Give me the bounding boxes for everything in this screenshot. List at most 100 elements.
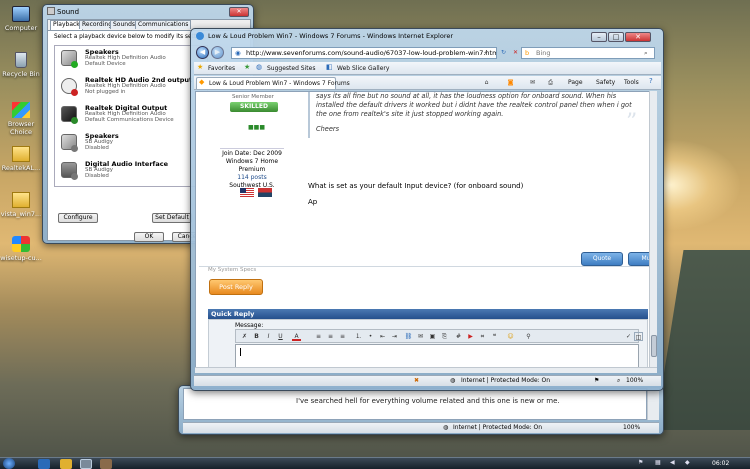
back-button[interactable]: ◀ <box>196 46 209 59</box>
attach-icon[interactable]: ⎘ <box>440 332 449 341</box>
page-menu[interactable]: Page <box>568 79 583 86</box>
suggested-sites-icon: ◍ <box>256 63 263 71</box>
forward-button[interactable]: ▶ <box>211 46 224 59</box>
ordered-list-icon[interactable]: ⒈ <box>354 332 363 341</box>
search-input[interactable]: b Bing ⌕ <box>521 47 655 59</box>
align-center-icon[interactable]: ≡ <box>326 332 335 341</box>
quick-reply-header: Quick Reply <box>208 309 648 319</box>
remove-format-icon[interactable]: ✗ <box>240 332 249 341</box>
youtube-icon[interactable]: ▶ <box>466 332 475 341</box>
mail-icon[interactable]: ✉ <box>528 78 537 87</box>
protected-mode-icon[interactable]: ⚑ <box>594 376 599 386</box>
close-button[interactable]: ✕ <box>625 32 651 42</box>
tray-network-icon[interactable]: ▦ <box>655 459 661 466</box>
spellcheck-icon[interactable]: ✓ <box>624 332 633 341</box>
desktop-icon-vista-win7[interactable]: vista_win7... <box>0 192 42 218</box>
device-item[interactable]: Speakers Realtek High Definition Audio D… <box>59 48 197 73</box>
search-icon[interactable]: ⌕ <box>644 48 648 58</box>
add-favorite-icon[interactable]: ★ <box>244 63 250 71</box>
tab-communications[interactable]: Communications <box>135 20 192 29</box>
device-item[interactable]: Realtek Digital Output Realtek High Defi… <box>59 104 197 129</box>
popup-blocker-icon[interactable]: ✖ <box>414 376 419 386</box>
ok-button[interactable]: OK <box>134 232 164 242</box>
favorites-button[interactable]: Favorites <box>208 65 235 72</box>
stop-icon[interactable]: ✕ <box>511 48 520 57</box>
smilies-icon[interactable]: ☺ <box>506 332 515 341</box>
print-icon[interactable]: ⎙ <box>546 78 555 87</box>
ie-back-scrollbar[interactable] <box>647 388 659 420</box>
set-default-button[interactable]: Set Default <box>152 213 192 223</box>
post-reply-button[interactable]: Post Reply <box>209 279 263 295</box>
minimize-button[interactable]: – <box>591 32 607 42</box>
taskbar-ie-active-icon[interactable] <box>80 459 92 469</box>
web-slice-gallery-link[interactable]: Web Slice Gallery <box>337 65 389 72</box>
page-scrollbar[interactable] <box>649 91 657 373</box>
tray-flag-icon[interactable]: ⚑ <box>638 459 643 466</box>
tab-playback[interactable]: Playback <box>50 20 83 30</box>
unordered-list-icon[interactable]: • <box>366 332 375 341</box>
configure-button[interactable]: Configure <box>58 213 98 223</box>
taskbar-explorer-icon[interactable] <box>60 459 72 469</box>
link-icon[interactable]: ⛓ <box>404 332 413 341</box>
quote-mark-icon: ” <box>626 110 638 135</box>
address-bar[interactable]: ◉ http://www.sevenforums.com/sound-audio… <box>231 47 497 59</box>
desktop-icon-computer[interactable]: Computer <box>0 6 42 32</box>
tab-sounds[interactable]: Sounds <box>110 20 139 29</box>
suggested-sites-link[interactable]: Suggested Sites <box>267 65 315 72</box>
desktop-icon-recycle-bin[interactable]: Recycle Bin <box>0 52 42 78</box>
quote-button[interactable]: Quote <box>581 252 623 266</box>
web-slice-icon: ◧ <box>326 63 333 71</box>
toggle-editor-icon[interactable]: ◫ <box>634 332 643 341</box>
quote-signoff: Cheers <box>316 125 340 133</box>
zoom-level[interactable]: 100% <box>626 376 643 386</box>
maximize-button[interactable]: □ <box>608 32 624 42</box>
indent-icon[interactable]: ⇥ <box>390 332 399 341</box>
compatibility-icon[interactable]: ⚡ <box>481 49 490 58</box>
quote-line: says its all fine but no sound at all, i… <box>316 92 617 100</box>
device-item[interactable]: Digital Audio Interface SB Audigy Disabl… <box>59 160 197 185</box>
tray-volume-icon[interactable]: ◀ <box>670 459 675 466</box>
desktop-icon-wisetup[interactable]: wisetup-cu... <box>0 236 42 262</box>
home-icon[interactable]: ⌂ <box>482 78 491 87</box>
globe-icon: ◍ <box>443 424 449 431</box>
start-button[interactable] <box>3 458 15 469</box>
join-date: Join Date: Dec 2009 <box>222 150 282 157</box>
close-button[interactable]: ✕ <box>229 7 249 17</box>
tools-menu[interactable]: Tools <box>624 79 639 86</box>
system-specs-link[interactable]: My System Specs <box>208 267 256 273</box>
outdent-icon[interactable]: ⇤ <box>378 332 387 341</box>
taskbar-media-icon[interactable] <box>100 459 112 469</box>
taskbar-ie-icon[interactable] <box>38 459 50 469</box>
text-color-icon[interactable]: A <box>292 332 301 341</box>
align-right-icon[interactable]: ≡ <box>338 332 347 341</box>
quick-reply-panel: Message: ✗ B I U A ≡ ≡ ≡ ⒈ • ⇤ ⇥ ⛓ ✉ ▣ ⎘… <box>208 319 648 372</box>
scrollbar-thumb[interactable] <box>651 335 657 357</box>
disabled-icon <box>71 173 78 180</box>
feeds-icon[interactable]: ◙ <box>506 78 515 87</box>
tray-other-icon[interactable]: ◆ <box>685 459 690 466</box>
device-item[interactable]: Speakers SB Audigy Disabled <box>59 132 197 157</box>
folder-icon <box>12 146 30 162</box>
underline-icon[interactable]: U <box>276 332 285 341</box>
image-icon[interactable]: ▣ <box>428 332 437 341</box>
browser-tab[interactable]: ◆ Low & Loud Problem Win7 - Windows 7 Fo… <box>196 77 350 89</box>
quote-icon[interactable]: ❝ <box>490 332 499 341</box>
clock[interactable]: 06:02 <box>712 460 729 467</box>
bold-icon[interactable]: B <box>252 332 261 341</box>
desktop-icon-realtek[interactable]: RealtekAL... <box>0 146 42 172</box>
code-icon[interactable]: ⌗ <box>478 332 487 341</box>
zoom-level[interactable]: 100% <box>623 423 640 433</box>
more-options-icon[interactable]: ⚲ <box>524 332 533 341</box>
post-count[interactable]: 114 posts <box>220 174 284 182</box>
italic-icon[interactable]: I <box>264 332 273 341</box>
align-left-icon[interactable]: ≡ <box>314 332 323 341</box>
refresh-icon[interactable]: ↻ <box>499 48 508 57</box>
desktop-icon-label: Recycle Bin <box>2 70 40 78</box>
device-item[interactable]: Realtek HD Audio 2nd output Realtek High… <box>59 76 197 101</box>
help-icon[interactable]: ? <box>649 77 653 85</box>
horizontal-scrollbar[interactable] <box>195 367 657 373</box>
safety-menu[interactable]: Safety <box>596 79 615 86</box>
email-link-icon[interactable]: ✉ <box>416 332 425 341</box>
hash-icon[interactable]: # <box>454 332 463 341</box>
desktop-icon-browser-choice[interactable]: Browser Choice <box>0 102 42 136</box>
